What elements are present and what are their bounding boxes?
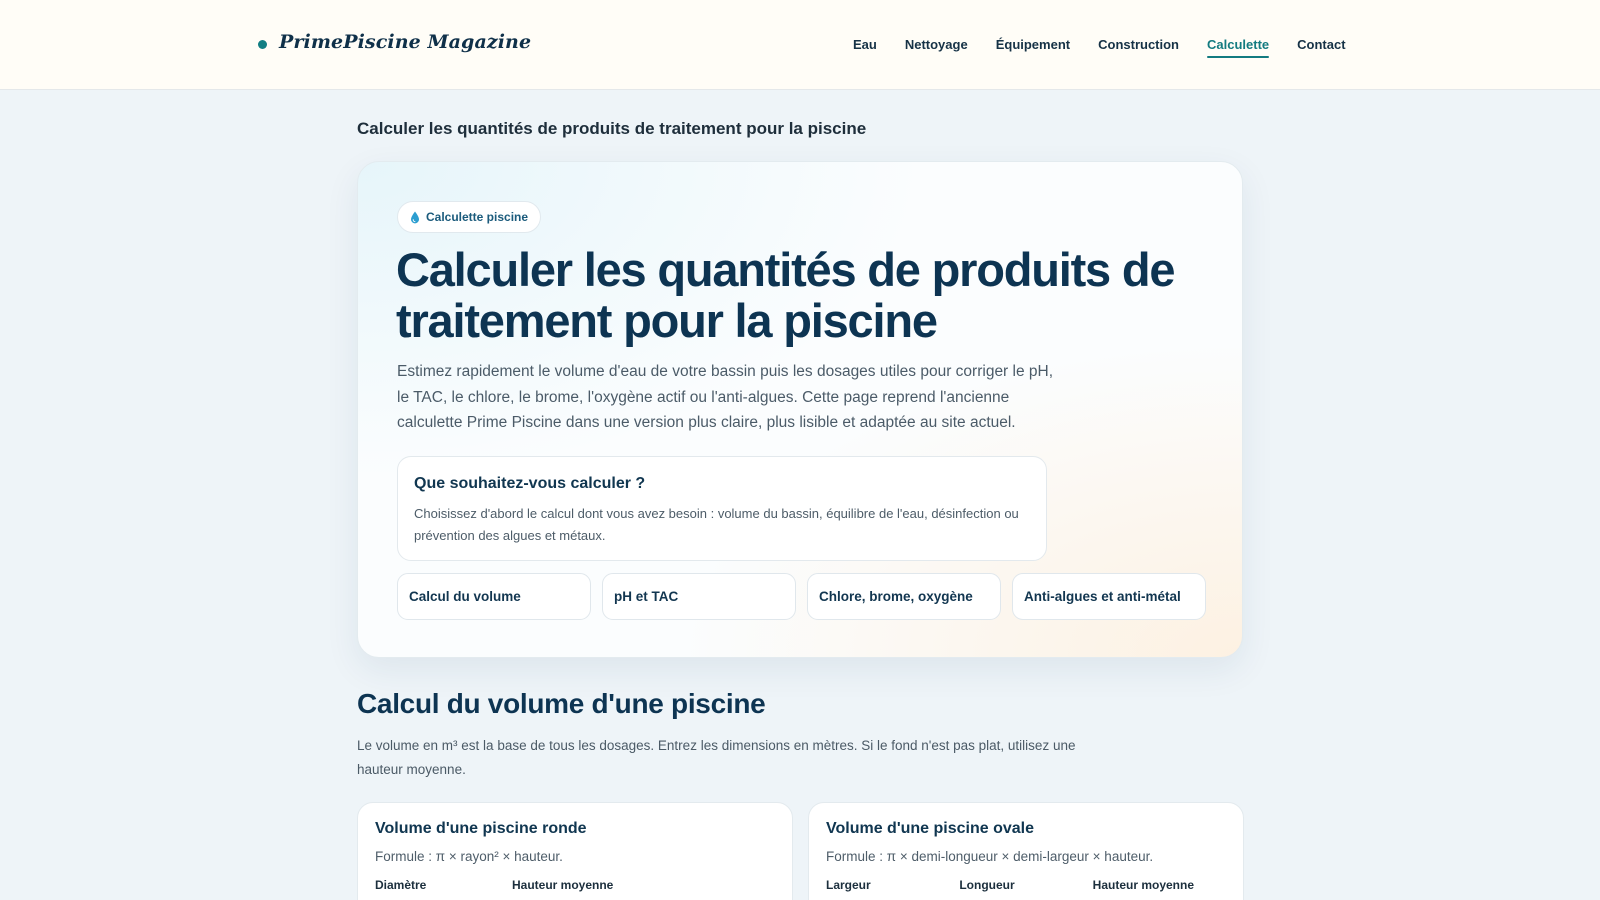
main-nav: Eau Nettoyage Équipement Construction Ca…: [853, 37, 1346, 58]
nav-item-calculette[interactable]: Calculette: [1207, 37, 1270, 58]
site-header: PrimePiscine Magazine Eau Nettoyage Équi…: [0, 0, 1600, 90]
nav-item-contact[interactable]: Contact: [1297, 37, 1345, 58]
brand-logo[interactable]: PrimePiscine Magazine: [258, 31, 531, 53]
field-label-hauteur-moyenne: Hauteur moyenne: [512, 878, 614, 892]
question-box: Que souhaitez-vous calculer ? Choisissez…: [397, 456, 1047, 561]
hero-card: Calculette piscine Calculer les quantité…: [357, 161, 1243, 658]
nav-item-construction[interactable]: Construction: [1098, 37, 1179, 58]
oval-pool-title: Volume d'une piscine ovale: [826, 820, 1035, 837]
round-pool-title: Volume d'une piscine ronde: [375, 820, 587, 837]
choice-anti-algues-button[interactable]: Anti-algues et anti-métal: [1012, 573, 1206, 620]
nav-item-nettoyage[interactable]: Nettoyage: [905, 37, 968, 58]
choice-chlore-brome-oxygene-button[interactable]: Chlore, brome, oxygène: [807, 573, 1001, 620]
choice-ph-tac-button[interactable]: pH et TAC: [602, 573, 796, 620]
question-title: Que souhaitez-vous calculer ?: [414, 475, 646, 492]
nav-item-equipement[interactable]: Équipement: [996, 37, 1070, 58]
round-pool-formula: Formule : π × rayon² × hauteur.: [375, 849, 563, 864]
hero-intro: Estimez rapidement le volume d'eau de vo…: [397, 363, 1054, 431]
question-text: Choisissez d'abord le calcul dont vous a…: [414, 506, 1019, 543]
nav-item-eau[interactable]: Eau: [853, 37, 877, 58]
brand-dot-icon: [258, 39, 267, 49]
choice-volume-button[interactable]: Calcul du volume: [397, 573, 591, 620]
field-label-longueur: Longueur: [959, 878, 1015, 892]
field-label-hauteur-moyenne-ovale: Hauteur moyenne: [1092, 878, 1195, 892]
brand-name: PrimePiscine Magazine: [279, 31, 532, 53]
round-pool-card: Volume d'une piscine ronde Formule : π ×…: [357, 802, 793, 900]
drop-icon: [411, 211, 419, 223]
hero-badge: Calculette piscine: [397, 201, 542, 233]
hero-title: Calculer les quantités de produits de tr…: [396, 243, 1175, 347]
volume-section-text: Le volume en m³ est la base de tous les …: [357, 738, 1076, 777]
field-label-diametre: Diamètre: [375, 878, 427, 892]
hero-badge-label: Calculette piscine: [426, 210, 529, 224]
oval-pool-formula: Formule : π × demi-longueur × demi-large…: [826, 849, 1154, 864]
page-subtitle: Calculer les quantités de produits de tr…: [357, 119, 867, 138]
oval-pool-fields: Largeur Longueur Hauteur moyenne: [826, 878, 1226, 892]
round-pool-fields: Diamètre Hauteur moyenne: [375, 878, 775, 892]
calculation-choices: Calcul du volume pH et TAC Chlore, brome…: [397, 573, 1206, 620]
volume-section-title: Calcul du volume d'une piscine: [357, 688, 766, 719]
field-label-largeur: Largeur: [826, 878, 871, 892]
oval-pool-card: Volume d'une piscine ovale Formule : π ×…: [808, 802, 1244, 900]
